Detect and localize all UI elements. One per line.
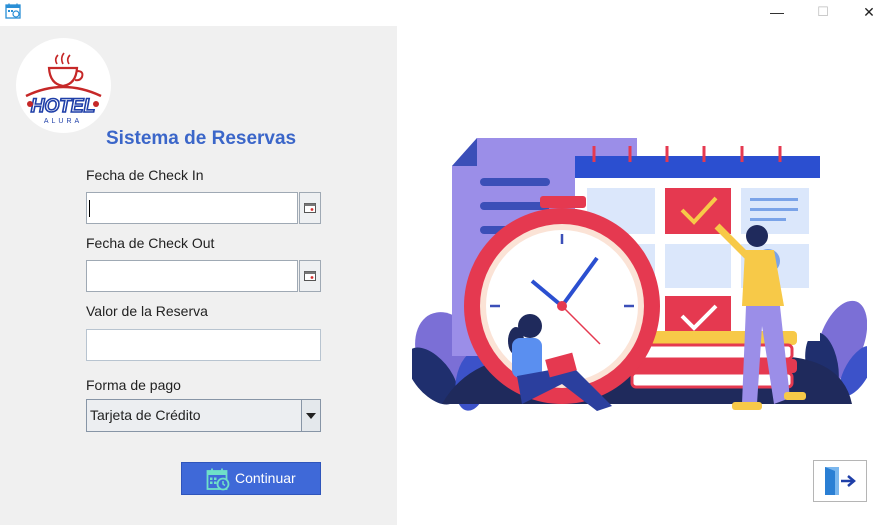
checkin-label: Fecha de Check In (86, 167, 204, 183)
continue-button-label: Continuar (235, 470, 296, 486)
checkout-date-picker-button[interactable] (299, 260, 321, 292)
forma-pago-selected: Tarjeta de Crédito (90, 407, 201, 423)
close-button[interactable]: ✕ (846, 0, 892, 24)
valor-label: Valor de la Reserva (86, 303, 208, 319)
exit-door-icon (825, 467, 856, 495)
hotel-alura-logo: HOTEL ALURA (16, 38, 111, 133)
forma-pago-select[interactable]: Tarjeta de Crédito (86, 399, 321, 432)
logo-subtitle: ALURA (44, 118, 82, 125)
checkin-date-picker-button[interactable] (299, 192, 321, 224)
calendar-app-icon (5, 3, 21, 19)
checkout-label: Fecha de Check Out (86, 235, 215, 251)
maximize-button[interactable]: ☐ (800, 0, 846, 24)
reservation-illustration (412, 138, 867, 411)
checkin-date-input[interactable] (86, 192, 298, 224)
text-caret (89, 200, 90, 217)
reservation-form-panel: HOTEL ALURA Sistema de Reservas Fecha de… (0, 26, 397, 525)
page-title: Sistema de Reservas (106, 128, 297, 149)
dropdown-arrow-icon[interactable] (301, 400, 320, 431)
valor-reserva-input[interactable] (86, 329, 321, 361)
illustration-panel (397, 26, 893, 525)
logo-title: HOTEL (31, 96, 95, 117)
forma-pago-label: Forma de pago (86, 377, 181, 393)
title-bar: — ☐ ✕ (0, 0, 893, 26)
minimize-button[interactable]: — (754, 0, 800, 24)
calendar-icon (304, 271, 316, 281)
exit-button[interactable] (813, 460, 867, 502)
checkout-date-input[interactable] (86, 260, 298, 292)
continue-button[interactable]: Continuar (181, 462, 321, 495)
calendar-icon (304, 203, 316, 213)
calendar-clock-icon (206, 468, 230, 491)
